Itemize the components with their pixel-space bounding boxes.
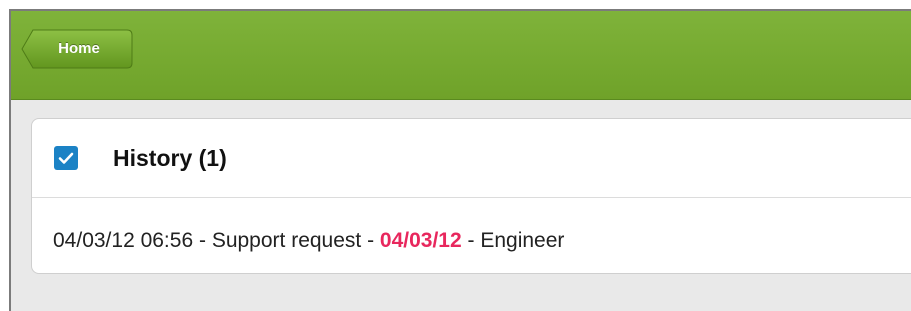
entry-separator: - [461,229,481,252]
entry-separator: - [361,229,380,252]
history-panel: History (1) 04/03/12 06:56 - Support req… [31,118,911,274]
home-button-label: Home [58,40,100,57]
entry-date: 04/03/12 [379,229,462,252]
history-header[interactable]: History (1) [32,119,911,198]
entry-separator: - [193,229,212,252]
history-entry[interactable]: 04/03/12 06:56 - Support request - 04/03… [53,227,564,255]
app-frame: Home History (1) 04/03/12 06:56 - Suppor… [9,9,911,311]
history-title: History (1) [113,145,227,171]
entry-role: Engineer [480,229,565,252]
top-bar: Home [11,11,911,100]
entry-datetime: 04/03/12 06:56 [53,229,194,252]
check-icon[interactable] [54,146,78,170]
entry-type: Support request [211,229,362,252]
home-button[interactable]: Home [21,29,133,69]
